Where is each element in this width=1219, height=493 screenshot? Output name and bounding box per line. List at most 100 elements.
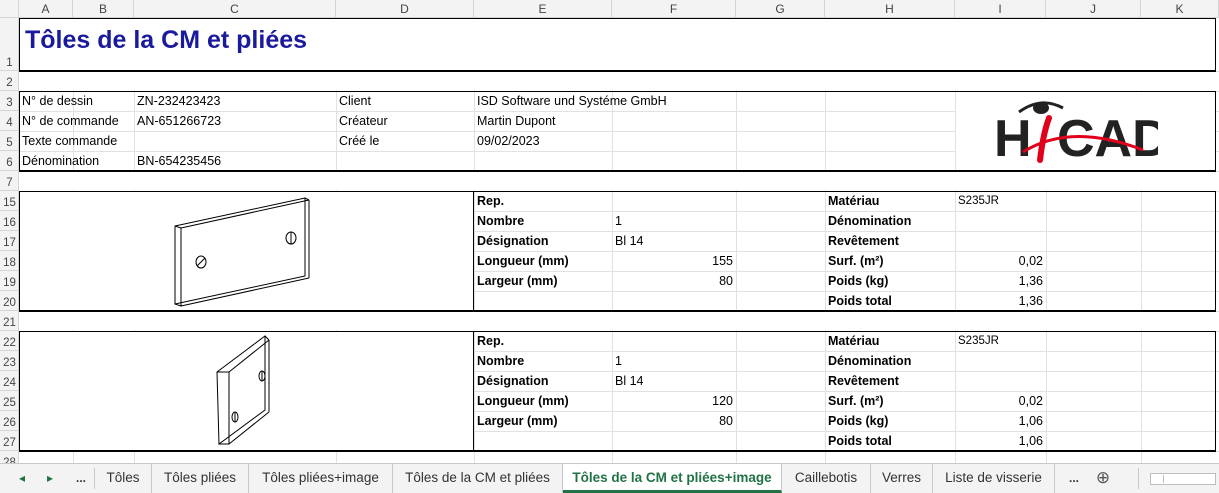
coating-label: Revêtement: [828, 234, 899, 248]
row-header[interactable]: 6: [0, 151, 18, 171]
tab-toles-cm-pliees[interactable]: Tôles de la CM et pliées: [393, 464, 563, 493]
row-header[interactable]: 5: [0, 131, 18, 151]
order-number-value[interactable]: AN-651266723: [137, 111, 221, 131]
tab-liste-visserie[interactable]: Liste de visserie: [933, 464, 1055, 493]
column-header-f[interactable]: F: [612, 0, 736, 18]
row-header[interactable]: 15: [0, 191, 18, 211]
designation-label: Désignation: [477, 374, 549, 388]
tabs-more-right-button[interactable]: ...: [1062, 464, 1086, 493]
tabs-more-left-button[interactable]: ...: [70, 464, 92, 493]
material-value[interactable]: S235JR: [958, 331, 999, 351]
row-header[interactable]: 23: [0, 351, 18, 371]
row-header[interactable]: 7: [0, 171, 18, 191]
row-header[interactable]: 1: [0, 18, 18, 71]
horizontal-scrollbar[interactable]: [1150, 473, 1216, 485]
page-title: Tôles de la CM et pliées: [25, 26, 308, 54]
surface-label: Surf. (m²): [828, 254, 884, 268]
column-header-b[interactable]: B: [73, 0, 134, 18]
width-value[interactable]: 80: [615, 411, 733, 431]
designation-label: Dénomination: [22, 154, 100, 168]
surface-value[interactable]: 0,02: [958, 251, 1043, 271]
total-weight-value[interactable]: 1,36: [958, 291, 1043, 311]
tab-scroll-left-icon[interactable]: ◂: [14, 464, 30, 493]
row-header[interactable]: 25: [0, 391, 18, 411]
tab-toles[interactable]: Tôles: [95, 464, 152, 493]
order-text-label: Texte commande: [22, 134, 118, 148]
column-header-g[interactable]: G: [736, 0, 825, 18]
tab-toles-pliees[interactable]: Tôles pliées: [152, 464, 249, 493]
count-value[interactable]: 1: [615, 351, 622, 371]
weight-label: Poids (kg): [828, 414, 889, 428]
hicad-logo: H CAD: [993, 94, 1170, 168]
part-drawing-plate-2: [216, 335, 270, 445]
row-header[interactable]: 24: [0, 371, 18, 391]
designation-value[interactable]: BN-654235456: [137, 151, 221, 171]
surface-value[interactable]: 0,02: [958, 391, 1043, 411]
column-header-k[interactable]: K: [1141, 0, 1219, 18]
count-label: Nombre: [477, 354, 525, 368]
weight-value[interactable]: 1,36: [958, 271, 1043, 291]
row-header[interactable]: 28: [0, 451, 18, 463]
creator-label: Créateur: [339, 114, 388, 128]
row-header[interactable]: 22: [0, 331, 18, 351]
row-header[interactable]: 17: [0, 231, 18, 251]
column-header-bar: A B C D E F G H I J K: [0, 0, 1219, 18]
tab-toles-pliees-image[interactable]: Tôles pliées+image: [249, 464, 393, 493]
client-value[interactable]: ISD Software und Systéme GmbH: [477, 91, 667, 111]
sheet-tab-bar: ◂ ▸ ... Tôles Tôles pliées Tôles pliées+…: [0, 463, 1219, 493]
row-header[interactable]: 18: [0, 251, 18, 271]
tab-verres[interactable]: Verres: [871, 464, 933, 493]
row-header[interactable]: 21: [0, 311, 18, 331]
drawing-number-value[interactable]: ZN-232423423: [137, 91, 220, 111]
width-label: Largeur (mm): [477, 414, 558, 428]
width-label: Largeur (mm): [477, 274, 558, 288]
row-header[interactable]: 27: [0, 431, 18, 451]
length-label: Longueur (mm): [477, 394, 569, 408]
weight-value[interactable]: 1,06: [958, 411, 1043, 431]
length-value[interactable]: 120: [615, 391, 733, 411]
length-label: Longueur (mm): [477, 254, 569, 268]
designation-value[interactable]: Bl 14: [615, 231, 644, 251]
width-value[interactable]: 80: [615, 271, 733, 291]
scrollbar-thumb[interactable]: [1163, 475, 1213, 483]
row-header[interactable]: 16: [0, 211, 18, 231]
tab-caillebotis[interactable]: Caillebotis: [782, 464, 871, 493]
column-header-i[interactable]: I: [955, 0, 1046, 18]
tab-scroll-right-icon[interactable]: ▸: [42, 464, 58, 493]
column-header-j[interactable]: J: [1046, 0, 1141, 18]
designation-value[interactable]: Bl 14: [615, 371, 644, 391]
row-header[interactable]: 4: [0, 111, 18, 131]
length-value[interactable]: 155: [615, 251, 733, 271]
column-header-d[interactable]: D: [336, 0, 474, 18]
column-header-a[interactable]: A: [19, 0, 73, 18]
column-header-e[interactable]: E: [474, 0, 612, 18]
column-header-h[interactable]: H: [825, 0, 955, 18]
add-sheet-icon[interactable]: ⊕: [1092, 464, 1114, 493]
weight-label: Poids (kg): [828, 274, 889, 288]
row-header[interactable]: 26: [0, 411, 18, 431]
creator-value[interactable]: Martin Dupont: [477, 111, 556, 131]
coating-label: Revêtement: [828, 374, 899, 388]
drawing-number-label: N° de dessin: [22, 94, 94, 108]
created-date-label: Créé le: [339, 134, 380, 148]
rep-label: Rep.: [477, 194, 505, 208]
created-date-value[interactable]: 09/02/2023: [477, 131, 540, 151]
total-weight-value[interactable]: 1,06: [958, 431, 1043, 451]
tab-toles-cm-pliees-image[interactable]: Tôles de la CM et pliées+image: [563, 464, 782, 493]
row-header[interactable]: 19: [0, 271, 18, 291]
order-number-label: N° de commande: [22, 114, 119, 128]
designation-label: Désignation: [477, 234, 549, 248]
row-header[interactable]: 20: [0, 291, 18, 311]
select-all-corner[interactable]: [0, 0, 19, 18]
surface-label: Surf. (m²): [828, 394, 884, 408]
count-value[interactable]: 1: [615, 211, 622, 231]
part-drawing-plate-1: [174, 197, 310, 307]
worksheet-grid[interactable]: Tôles de la CM et pliées N° de dessin ZN…: [19, 18, 1219, 463]
rep-label: Rep.: [477, 334, 505, 348]
row-header[interactable]: 3: [0, 91, 18, 111]
material-value[interactable]: S235JR: [958, 191, 999, 211]
client-label: Client: [339, 94, 371, 108]
row-header[interactable]: 2: [0, 71, 18, 91]
column-header-c[interactable]: C: [134, 0, 336, 18]
total-weight-label: Poids total: [828, 434, 892, 448]
